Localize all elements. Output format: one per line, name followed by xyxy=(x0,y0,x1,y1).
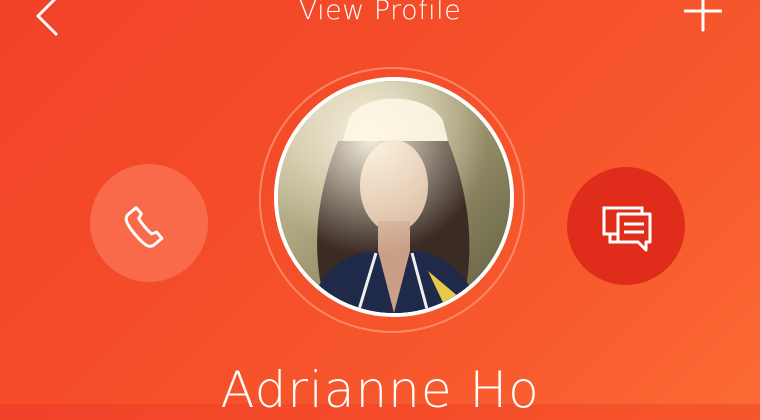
page-title: View Profile xyxy=(298,0,462,26)
chat-bubbles-icon xyxy=(602,206,652,252)
phone-icon xyxy=(124,206,164,248)
avatar[interactable] xyxy=(274,77,514,317)
message-button[interactable] xyxy=(567,167,685,285)
call-button[interactable] xyxy=(90,164,208,282)
profile-photo xyxy=(278,81,510,313)
add-button[interactable] xyxy=(683,0,723,32)
top-bar: View Profile xyxy=(0,0,760,40)
plus-icon xyxy=(683,0,723,32)
profile-name: Adrianne Ho xyxy=(220,361,540,419)
